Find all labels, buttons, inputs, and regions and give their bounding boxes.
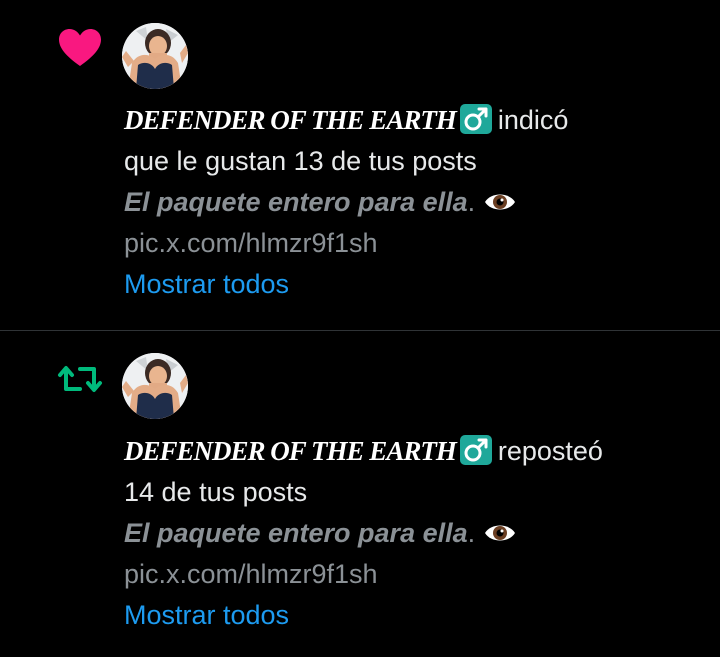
user-name[interactable]: DEFENDER OF THE EARTH: [124, 105, 457, 135]
user-name[interactable]: DEFENDER OF THE EARTH: [124, 436, 457, 466]
show-all-link[interactable]: Mostrar todos: [124, 595, 704, 636]
eye-icon: [483, 185, 517, 210]
notification-repost[interactable]: DEFENDER OF THE EARTH reposteó 14 de tus …: [0, 331, 720, 657]
post-preview-punct: .: [467, 187, 476, 217]
action-text: reposteó: [497, 436, 603, 466]
post-media-link[interactable]: pic.x.com/hlmzr9f1sh: [124, 223, 704, 264]
notification-text: DEFENDER OF THE EARTH indicó que le gusta…: [124, 100, 704, 305]
heart-icon: [56, 24, 104, 72]
post-preview-punct: .: [467, 518, 476, 548]
post-preview-text: El paquete entero para ella: [124, 518, 468, 548]
action-detail: que le gustan 13 de tus posts: [124, 146, 477, 176]
notification-text: DEFENDER OF THE EARTH reposteó 14 de tus …: [124, 431, 704, 636]
male-sign-icon: [459, 104, 492, 134]
repost-icon: [56, 355, 104, 403]
post-media-link[interactable]: pic.x.com/hlmzr9f1sh: [124, 554, 704, 595]
action-text: indicó: [497, 105, 569, 135]
eye-icon: [483, 516, 517, 541]
post-preview-text: El paquete entero para ella: [124, 187, 468, 217]
notification-like[interactable]: DEFENDER OF THE EARTH indicó que le gusta…: [0, 0, 720, 330]
avatar[interactable]: [122, 353, 188, 419]
avatar[interactable]: [122, 23, 188, 89]
male-sign-icon: [459, 435, 492, 465]
show-all-link[interactable]: Mostrar todos: [124, 264, 704, 305]
action-detail: 14 de tus posts: [124, 477, 308, 507]
